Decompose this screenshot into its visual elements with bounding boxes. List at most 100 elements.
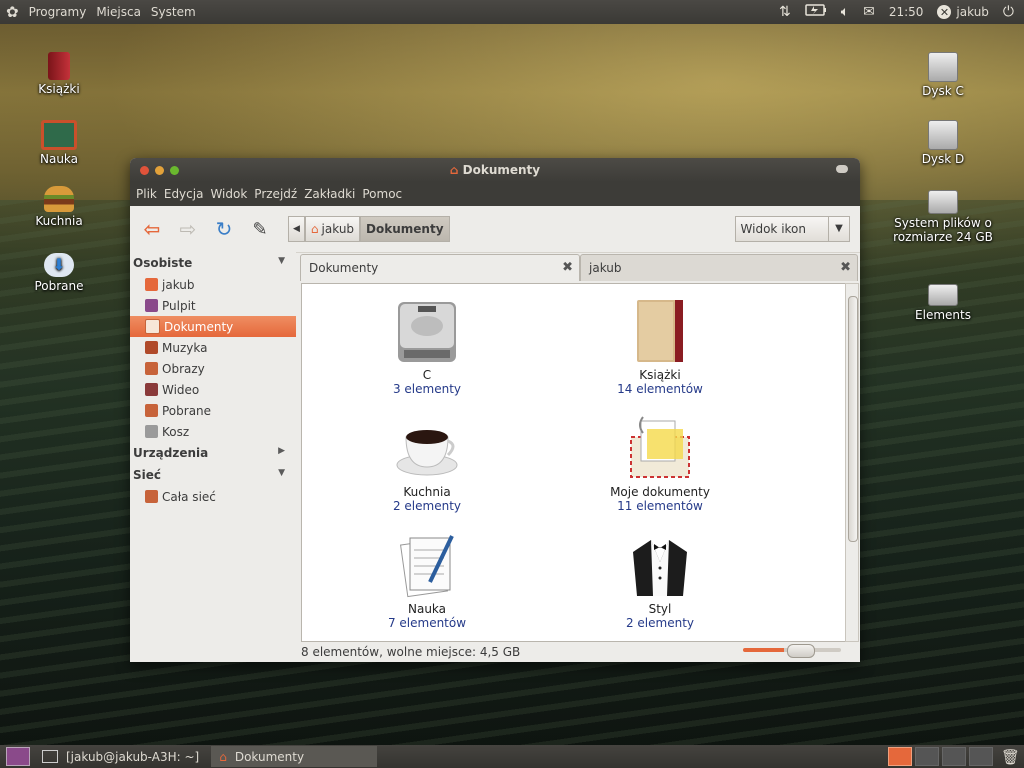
menu-przejdz[interactable]: Przejdź [251,187,300,201]
clock[interactable]: 21:50 [889,5,924,19]
workspace-4[interactable] [968,747,993,766]
menu-programy[interactable]: Programy [24,5,92,19]
arrow-left-icon: ⇦ [143,217,161,241]
menu-zakladki[interactable]: Zakładki [301,187,358,201]
taskbar-label: Dokumenty [234,749,305,764]
music-icon [145,341,158,354]
edit-location-button[interactable]: ✎ [246,215,274,243]
tab-dokumenty[interactable]: Dokumenty ✖ [300,254,580,281]
sidebar-section-osobiste[interactable]: Osobiste ▼ [130,252,296,274]
breadcrumb-item-dokumenty[interactable]: Dokumenty [360,216,450,242]
menu-widok[interactable]: Widok [207,187,250,201]
desktop-icon-ksiazki[interactable]: Książki [14,52,104,96]
desktop-icon-dysk-d[interactable]: Dysk D [898,120,988,166]
forward-button[interactable]: ⇨ [174,215,202,243]
desktop-icon-nauka[interactable]: Nauka [14,120,104,166]
sidebar-item-label: Kosz [162,424,190,439]
power-icon[interactable]: ⏻ [1003,4,1014,20]
status-text: 8 elementów, wolne miejsce: 4,5 GB [301,645,521,659]
back-button[interactable]: ⇦ [138,215,166,243]
icon-view: C 3 elementy Książki 14 elementów Kuchni… [301,283,846,642]
vertical-scrollbar[interactable] [845,283,859,642]
reload-button[interactable]: ↻ [210,215,238,243]
desktop-icon-label: Książki [38,82,80,96]
taskbar-item-terminal[interactable]: [jakub@jakub-A3H: ~] [34,746,207,767]
tab-label: jakub [589,261,622,275]
workspace-3[interactable] [941,747,966,766]
scrollbar-thumb[interactable] [848,296,858,542]
top-menu: ✿ Programy Miejsca System [4,3,201,21]
sidebar-item-kosz[interactable]: Kosz [130,421,296,442]
sidebar-section-siec[interactable]: Sieć ▼ [130,464,296,486]
sidebar-item-label: Wideo [162,382,200,397]
trash-icon [145,425,158,438]
item-count: 7 elementów [387,616,467,630]
volume-icon[interactable]: 🔈︎ [841,4,849,20]
desktop-icon-elements[interactable]: Elements [898,284,988,322]
show-desktop-button[interactable] [6,747,30,766]
desktop-icon-pobrane[interactable]: ⬇ Pobrane [14,253,104,293]
view-mode-select[interactable]: Widok ikon ▼ [734,216,850,242]
documents-icon [145,319,160,334]
network-icon [145,490,158,503]
sidebar-item-muzyka[interactable]: Muzyka [130,337,296,358]
sidebar-item-dokumenty[interactable]: Dokumenty [130,316,296,337]
burger-icon [44,186,74,212]
folder-item-kuchnia[interactable]: Kuchnia 2 elementy [342,415,512,513]
window-titlebar[interactable]: ⌂ Dokumenty [130,158,860,182]
window-restore-icon[interactable] [836,165,848,173]
menu-miejsca[interactable]: Miejsca [91,5,146,19]
zoom-slider-handle[interactable] [787,644,815,658]
tab-jakub[interactable]: jakub ✖ [580,254,858,281]
taskbar-label: [jakub@jakub-A3H: ~] [66,749,200,764]
desktop-icon-label: Nauka [39,152,79,166]
item-count: 3 elementy [392,382,462,396]
breadcrumb-left-button[interactable]: ◀ [288,216,305,242]
item-name: C [422,368,432,382]
sidebar-section-urzadzenia[interactable]: Urządzenia ▶ [130,442,296,464]
sidebar-item-cala-siec[interactable]: Cała sieć [130,486,296,507]
folder-item-ksiazki[interactable]: Książki 14 elementów [575,298,745,396]
sidebar-item-wideo[interactable]: Wideo [130,379,296,400]
menu-plik[interactable]: Plik [133,187,160,201]
ubuntu-logo-icon[interactable]: ✿ [4,3,24,21]
expanded-triangle-icon: ▼ [278,256,285,266]
notepad-pencil-icon [394,532,460,598]
folder-item-nauka[interactable]: Nauka 7 elementów [342,532,512,630]
folder-item-moje-dokumenty[interactable]: Moje dokumenty 11 elementów [575,415,745,513]
network-icon[interactable]: ⇅ [779,4,791,20]
desktop-icon-dysk-c[interactable]: Dysk C [898,52,988,98]
desktop-icon-label: Dysk C [922,84,964,98]
mail-icon[interactable]: ✉ [863,4,875,20]
harddisk-icon [928,120,958,150]
user-menu[interactable]: ✕ jakub [937,5,989,19]
status-bar: 8 elementów, wolne miejsce: 4,5 GB [130,642,860,662]
breadcrumb-item-jakub[interactable]: ⌂ jakub [304,216,361,242]
battery-icon[interactable] [804,4,827,20]
menu-edycja[interactable]: Edycja [161,187,207,201]
workspace-1[interactable] [887,747,912,766]
item-count: 14 elementów [617,382,703,396]
desktop-icon-kuchnia[interactable]: Kuchnia [14,186,104,228]
sidebar-item-pulpit[interactable]: Pulpit [130,295,296,316]
chevron-down-icon: ▼ [828,217,849,241]
taskbar-item-dokumenty[interactable]: ⌂ Dokumenty [211,746,378,767]
menu-system[interactable]: System [146,5,201,19]
downloads-icon [145,404,158,417]
workspace-2[interactable] [914,747,939,766]
sidebar-item-jakub[interactable]: jakub [130,274,296,295]
folder-item-c[interactable]: C 3 elementy [342,298,512,396]
folder-item-styl[interactable]: Styl 2 elementy [575,532,745,630]
menu-pomoc[interactable]: Pomoc [359,187,405,201]
close-tab-icon[interactable]: ✖ [840,260,851,275]
view-mode-value: Widok ikon [740,222,806,236]
close-session-icon: ✕ [937,5,952,19]
sidebar-item-obrazy[interactable]: Obrazy [130,358,296,379]
desktop-icon-label: Dysk D [921,152,965,166]
sidebar-item-pobrane[interactable]: Pobrane [130,400,296,421]
arrow-right-icon: ⇨ [179,217,197,241]
trash-icon[interactable]: 🗑︎ [1001,748,1020,766]
close-tab-icon[interactable]: ✖ [562,260,573,275]
desktop-icon-label: Pobrane [34,279,84,293]
desktop-icon-filesystem[interactable]: System plików o rozmiarze 24 GB [893,190,993,244]
